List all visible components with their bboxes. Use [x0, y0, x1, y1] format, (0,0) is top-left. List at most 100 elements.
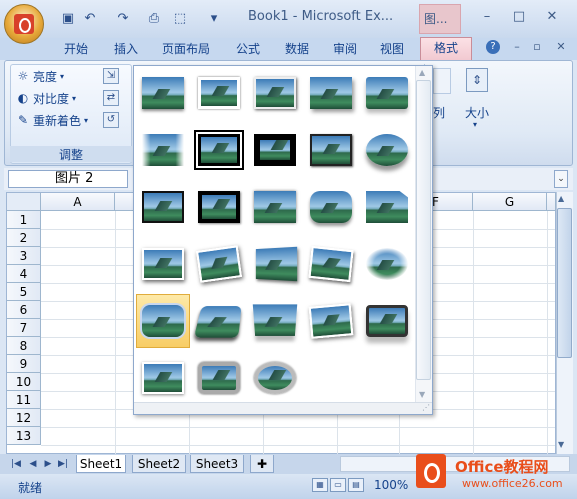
picture-style-thumbnail [142, 248, 184, 280]
row-header[interactable]: 11 [7, 391, 41, 409]
picture-style-option[interactable] [192, 66, 246, 120]
next-sheet-icon[interactable]: ▶ [42, 457, 54, 471]
recolor-button[interactable]: ✎ 重新着色 ▾ [16, 111, 88, 129]
ribbon-restore-icon[interactable]: ▫ [528, 38, 546, 56]
row-header[interactable]: 1 [7, 211, 41, 229]
row-header[interactable]: 7 [7, 319, 41, 337]
gallery-scroll-down-icon[interactable]: ▼ [419, 390, 425, 399]
select-all-corner[interactable] [7, 193, 41, 211]
zoom-level[interactable]: 100% [374, 478, 408, 492]
row-header[interactable]: 4 [7, 265, 41, 283]
office-button[interactable] [4, 4, 44, 44]
scroll-up-icon[interactable]: ▲ [558, 194, 564, 203]
row-header[interactable]: 3 [7, 247, 41, 265]
picture-style-option[interactable] [136, 237, 190, 291]
size-button[interactable]: 大小 [465, 104, 489, 121]
page-layout-view-icon[interactable]: ▭ [330, 478, 346, 492]
tab-view[interactable]: 视图 [380, 39, 404, 59]
picture-style-option[interactable] [136, 180, 190, 234]
picture-style-option[interactable] [304, 66, 358, 120]
row-header[interactable]: 13 [7, 427, 41, 445]
redo-icon[interactable]: ↷ [115, 10, 131, 28]
column-header[interactable]: A [41, 193, 115, 211]
picture-style-option[interactable] [304, 294, 358, 348]
watermark-url: www.office26.com [462, 477, 563, 490]
gallery-scroll-thumb[interactable] [416, 80, 431, 380]
sheet-tab[interactable]: Sheet3 [190, 455, 244, 473]
gallery-scroll-up-icon[interactable]: ▲ [419, 68, 425, 77]
picture-style-option[interactable] [248, 351, 302, 405]
picture-style-option[interactable] [192, 351, 246, 405]
customize-qat-icon[interactable]: ▾ [206, 10, 222, 28]
picture-style-option[interactable] [360, 123, 414, 177]
picture-style-option[interactable] [136, 66, 190, 120]
row-header[interactable]: 5 [7, 283, 41, 301]
picture-style-thumbnail [141, 190, 185, 224]
vertical-scroll-thumb[interactable] [557, 208, 572, 358]
picture-style-option[interactable] [304, 237, 358, 291]
scroll-down-icon[interactable]: ▼ [558, 440, 564, 449]
change-picture-icon[interactable]: ⇄ [103, 90, 119, 106]
help-icon[interactable]: ? [486, 40, 500, 54]
restore-button[interactable]: □ [508, 8, 530, 26]
compress-pictures-icon[interactable]: ⇲ [103, 68, 119, 84]
tab-formulas[interactable]: 公式 [236, 39, 260, 59]
picture-style-option[interactable] [360, 180, 414, 234]
save-icon[interactable]: ▣ [60, 10, 76, 28]
row-header[interactable]: 12 [7, 409, 41, 427]
reset-picture-icon[interactable]: ↺ [103, 112, 119, 128]
ribbon-minimize-icon[interactable]: – [508, 38, 526, 56]
name-box[interactable]: 图片 2 [8, 170, 128, 188]
picture-style-option[interactable] [192, 294, 246, 348]
normal-view-icon[interactable]: ▦ [312, 478, 328, 492]
undo-icon[interactable]: ↶ [82, 10, 98, 28]
tab-insert[interactable]: 插入 [114, 39, 138, 59]
picture-style-option[interactable] [248, 294, 302, 348]
picture-style-option[interactable] [136, 294, 190, 348]
picture-style-option[interactable] [248, 123, 302, 177]
tab-home[interactable]: 开始 [64, 39, 88, 59]
picture-style-option[interactable] [248, 66, 302, 120]
picture-style-option[interactable] [248, 237, 302, 291]
picture-style-option[interactable] [360, 237, 414, 291]
minimize-button[interactable]: – [476, 8, 498, 26]
picture-style-option[interactable] [360, 66, 414, 120]
resize-grip-icon[interactable]: ⋰ [422, 403, 430, 412]
tab-page-layout[interactable]: 页面布局 [162, 39, 210, 59]
picture-style-option[interactable] [192, 180, 246, 234]
tab-review[interactable]: 审阅 [333, 39, 357, 59]
page-break-view-icon[interactable]: ▤ [348, 478, 364, 492]
row-header[interactable]: 2 [7, 229, 41, 247]
first-sheet-icon[interactable]: |◀ [10, 457, 22, 471]
insert-sheet-icon[interactable]: ✚ [250, 455, 274, 473]
picture-style-option[interactable] [136, 123, 190, 177]
close-button[interactable]: ✕ [541, 8, 563, 26]
row-header[interactable]: 8 [7, 337, 41, 355]
picture-style-option[interactable] [192, 123, 246, 177]
print-preview-icon[interactable]: ⎙ [146, 10, 162, 28]
picture-style-option[interactable] [360, 294, 414, 348]
column-header[interactable]: G [473, 193, 547, 211]
sheet-tab[interactable]: Sheet2 [132, 455, 186, 473]
last-sheet-icon[interactable]: ▶| [57, 457, 69, 471]
row-header[interactable]: 10 [7, 373, 41, 391]
row-header[interactable]: 6 [7, 301, 41, 319]
picture-style-option[interactable] [304, 123, 358, 177]
select-objects-icon[interactable]: ⬚ [170, 10, 190, 28]
row-header[interactable]: 9 [7, 355, 41, 373]
ribbon-close-icon[interactable]: ✕ [552, 38, 570, 56]
brightness-button[interactable]: ☼ 亮度 ▾ [16, 67, 64, 85]
sheet-tab[interactable]: Sheet1 [76, 455, 126, 473]
expand-formula-bar-icon[interactable]: ⌄ [554, 170, 568, 188]
size-icon[interactable]: ⇕ [466, 68, 488, 92]
arrange-icon[interactable] [433, 68, 451, 94]
contrast-button[interactable]: ◐ 对比度 ▾ [16, 89, 76, 107]
picture-style-option[interactable] [248, 180, 302, 234]
arrange-label[interactable]: 列 [433, 104, 445, 121]
picture-style-option[interactable] [192, 237, 246, 291]
picture-style-option[interactable] [136, 351, 190, 405]
tab-format[interactable]: 格式 [420, 37, 472, 60]
picture-style-option[interactable] [304, 180, 358, 234]
prev-sheet-icon[interactable]: ◀ [27, 457, 39, 471]
tab-data[interactable]: 数据 [285, 39, 309, 59]
